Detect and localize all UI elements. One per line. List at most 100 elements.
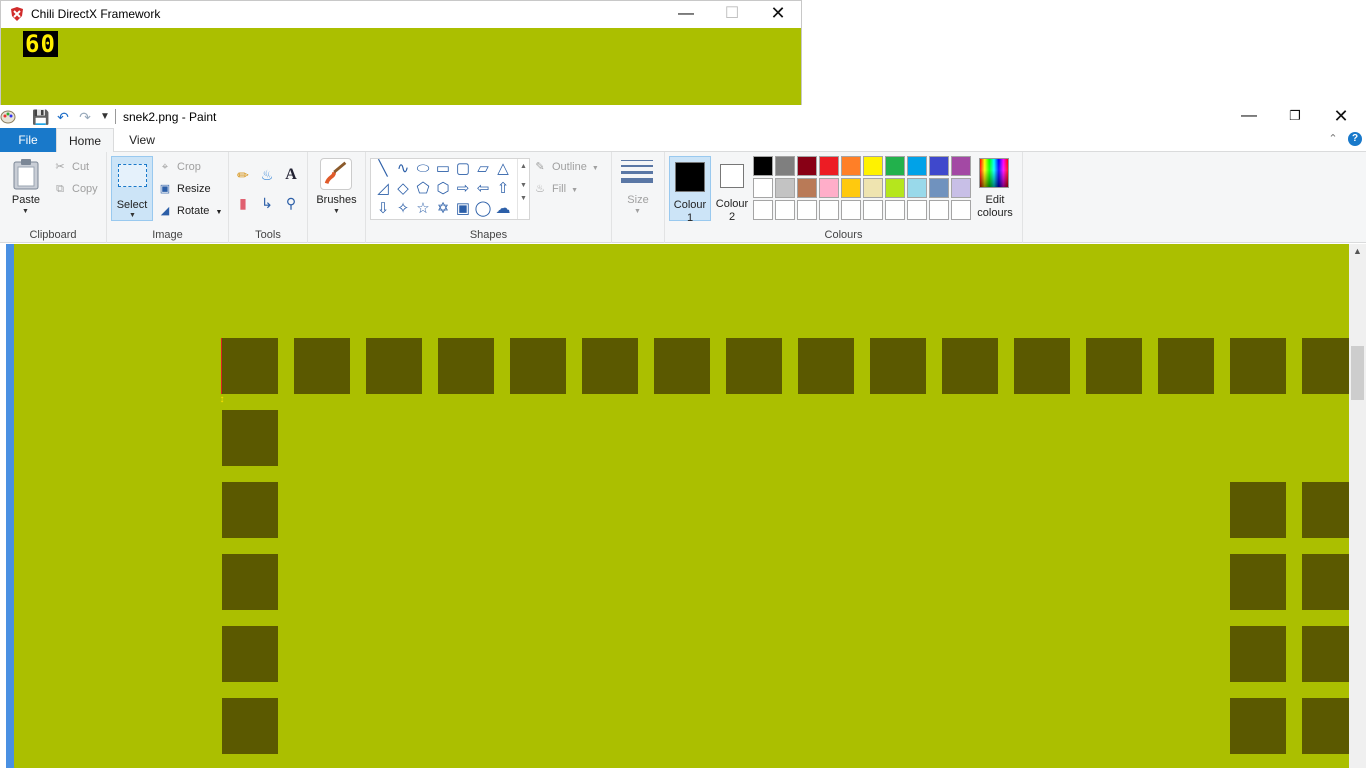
scrollbar-thumb[interactable] <box>1351 346 1364 400</box>
cloud-callout-shape-icon[interactable]: ☁ <box>493 199 513 219</box>
pentagon-shape-icon[interactable]: ⬠ <box>413 179 433 199</box>
palette-swatch[interactable] <box>775 156 795 176</box>
maximize-button[interactable]: ☐ <box>709 1 755 28</box>
palette-swatch[interactable] <box>907 178 927 198</box>
cut-button[interactable]: ✂ Cut <box>52 158 89 176</box>
line-shape-icon[interactable]: ╲ <box>373 159 393 179</box>
vertical-scrollbar[interactable]: ▲ <box>1349 244 1366 768</box>
resize-button[interactable]: ▣ Resize <box>157 180 211 198</box>
outline-button[interactable]: ✎ Outline ▼ <box>532 158 598 176</box>
fill-button[interactable]: ♨ Fill ▼ <box>532 180 578 198</box>
oval-callout-shape-icon[interactable]: ◯ <box>473 199 493 219</box>
palette-swatch[interactable] <box>797 178 817 198</box>
resize-handle-icon[interactable]: ↕ <box>217 394 227 406</box>
rotate-button[interactable]: ◢ Rotate ▼ <box>157 202 223 220</box>
polygon-shape-icon[interactable]: ▱ <box>473 159 493 179</box>
palette-swatch[interactable] <box>819 200 839 220</box>
tab-view[interactable]: View <box>114 128 170 153</box>
palette-swatch[interactable] <box>863 200 883 220</box>
paste-dropdown-icon[interactable]: ▼ <box>22 208 29 215</box>
magnifier-icon[interactable]: ⚲ <box>281 193 301 213</box>
left-arrow-shape-icon[interactable]: ⇦ <box>473 179 493 199</box>
palette-swatch[interactable] <box>775 200 795 220</box>
directx-titlebar[interactable]: Chili DirectX Framework — ☐ ✕ <box>1 1 801 28</box>
paint-app-icon[interactable] <box>0 108 16 124</box>
colour1-button[interactable]: Colour 1 <box>669 156 711 224</box>
hexagon-shape-icon[interactable]: ⬡ <box>433 179 453 199</box>
four-point-star-shape-icon[interactable]: ✧ <box>393 199 413 219</box>
crop-button[interactable]: ⌖ Crop <box>157 158 201 176</box>
scroll-up-icon[interactable]: ▲ <box>518 163 529 170</box>
palette-swatch[interactable] <box>841 178 861 198</box>
palette-swatch[interactable] <box>753 156 773 176</box>
redo-icon[interactable]: ↷ <box>76 108 94 126</box>
palette-swatch[interactable] <box>951 156 971 176</box>
palette-swatch[interactable] <box>929 178 949 198</box>
save-icon[interactable]: 💾 <box>32 108 50 126</box>
edit-colours-button[interactable]: Edit colours <box>977 158 1015 219</box>
palette-swatch[interactable] <box>951 178 971 198</box>
scroll-down-icon[interactable]: ▼ <box>518 182 529 189</box>
paint-titlebar[interactable]: 💾 ↶ ↷ ▼ snek2.png - Paint — ❐ ✕ <box>0 105 1366 128</box>
tab-home[interactable]: Home <box>56 128 114 153</box>
right-triangle-shape-icon[interactable]: ◿ <box>373 179 393 199</box>
down-arrow-shape-icon[interactable]: ⇩ <box>373 199 393 219</box>
directx-render-area[interactable]: 60 <box>1 28 801 105</box>
customize-quick-access-dropdown-icon[interactable]: ▼ <box>96 108 114 126</box>
palette-swatch[interactable] <box>841 156 861 176</box>
eraser-icon[interactable]: ▮ <box>233 193 253 213</box>
restore-button[interactable]: ❐ <box>1272 105 1318 128</box>
oval-shape-icon[interactable]: ⬭ <box>413 159 433 179</box>
minimize-button[interactable]: — <box>1226 105 1272 128</box>
palette-swatch[interactable] <box>951 200 971 220</box>
diamond-shape-icon[interactable]: ◇ <box>393 179 413 199</box>
palette-swatch[interactable] <box>819 178 839 198</box>
select-button[interactable]: Select ▼ <box>111 156 153 221</box>
palette-swatch[interactable] <box>841 200 861 220</box>
curve-shape-icon[interactable]: ∿ <box>393 159 413 179</box>
palette-swatch[interactable] <box>929 200 949 220</box>
five-point-star-shape-icon[interactable]: ☆ <box>413 199 433 219</box>
copy-button[interactable]: ⧉ Copy <box>52 180 98 198</box>
rounded-callout-shape-icon[interactable]: ▣ <box>453 199 473 219</box>
close-button[interactable]: ✕ <box>1318 105 1364 128</box>
palette-swatch[interactable] <box>885 156 905 176</box>
shapes-gallery-scroll[interactable]: ▲ ▼ ▼ <box>517 159 529 219</box>
brushes-dropdown-icon[interactable]: ▼ <box>333 208 340 215</box>
expand-gallery-icon[interactable]: ▼ <box>518 195 529 202</box>
palette-swatch[interactable] <box>819 156 839 176</box>
palette-swatch[interactable] <box>885 178 905 198</box>
triangle-shape-icon[interactable]: △ <box>493 159 513 179</box>
rectangle-shape-icon[interactable]: ▭ <box>433 159 453 179</box>
six-point-star-shape-icon[interactable]: ✡ <box>433 199 453 219</box>
palette-swatch[interactable] <box>753 178 773 198</box>
collapse-ribbon-icon[interactable]: ⌃ <box>1326 132 1340 146</box>
up-arrow-shape-icon[interactable]: ⇧ <box>493 179 513 199</box>
palette-swatch[interactable] <box>863 156 883 176</box>
right-arrow-shape-icon[interactable]: ⇨ <box>453 179 473 199</box>
image-canvas[interactable]: ↕ <box>14 244 1349 768</box>
palette-swatch[interactable] <box>907 200 927 220</box>
tab-file[interactable]: File <box>0 128 56 152</box>
palette-swatch[interactable] <box>797 156 817 176</box>
palette-swatch[interactable] <box>907 156 927 176</box>
palette-swatch[interactable] <box>929 156 949 176</box>
select-dropdown-icon[interactable]: ▼ <box>129 212 136 219</box>
colour2-button[interactable]: Colour 2 <box>713 156 751 223</box>
close-button[interactable]: ✕ <box>755 1 801 28</box>
palette-swatch[interactable] <box>753 200 773 220</box>
pencil-icon[interactable]: ✏ <box>233 165 253 185</box>
colour-picker-icon[interactable]: ↳ <box>257 193 277 213</box>
minimize-button[interactable]: — <box>663 1 709 28</box>
rounded-rectangle-shape-icon[interactable]: ▢ <box>453 159 473 179</box>
palette-swatch[interactable] <box>775 178 795 198</box>
help-icon[interactable]: ? <box>1348 132 1362 146</box>
scroll-up-icon[interactable]: ▲ <box>1349 246 1366 260</box>
palette-swatch[interactable] <box>863 178 883 198</box>
palette-swatch[interactable] <box>885 200 905 220</box>
text-icon[interactable]: A <box>281 165 301 185</box>
fill-bucket-icon[interactable]: ♨ <box>257 165 277 185</box>
undo-icon[interactable]: ↶ <box>54 108 72 126</box>
palette-swatch[interactable] <box>797 200 817 220</box>
size-dropdown-icon[interactable]: ▼ <box>634 208 641 215</box>
